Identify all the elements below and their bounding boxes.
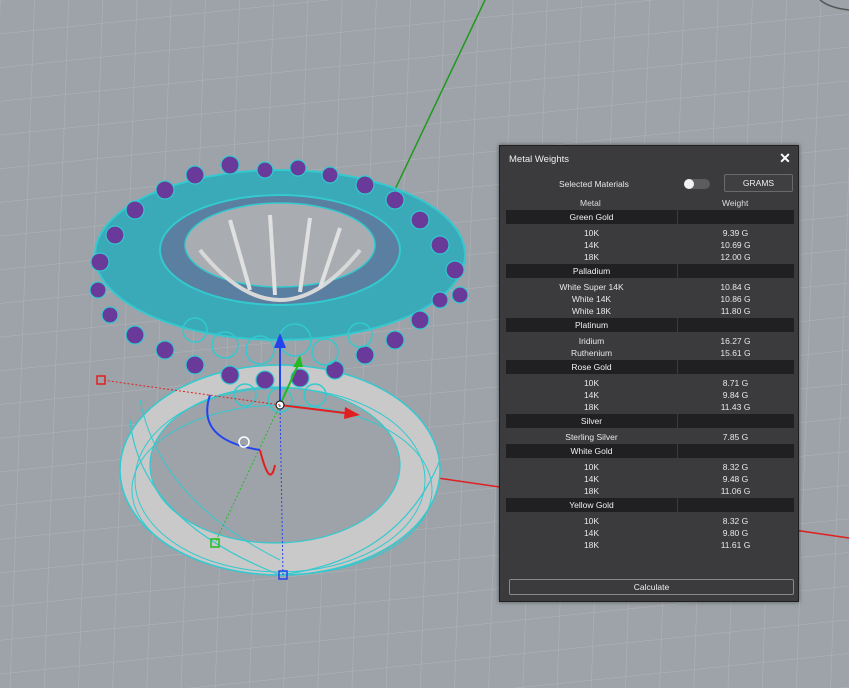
weight-cell: 11.80 G bbox=[720, 306, 751, 316]
table-row: Iridium 16.27 G bbox=[506, 335, 794, 347]
metal-cell: 10K bbox=[583, 378, 600, 388]
table-row: White 14K 10.86 G bbox=[506, 293, 794, 305]
group-weight-cell bbox=[678, 414, 794, 428]
group-name: Rose Gold bbox=[506, 360, 678, 374]
group-header-row: Silver bbox=[506, 414, 794, 428]
panel-title: Metal Weights bbox=[509, 154, 570, 165]
group-weight-cell bbox=[678, 498, 794, 512]
metal-cell: 10K bbox=[583, 462, 600, 472]
weight-cell: 11.06 G bbox=[720, 486, 751, 496]
weight-cell: 16.27 G bbox=[720, 336, 751, 346]
table-row: 18K 11.61 G bbox=[506, 539, 794, 551]
metal-cell: 18K bbox=[583, 252, 600, 262]
table-row: 14K 9.84 G bbox=[506, 389, 794, 401]
group-header-row: Platinum bbox=[506, 318, 794, 332]
table-row: 18K 12.00 G bbox=[506, 251, 794, 263]
metal-weights-panel: Metal Weights ✕ Selected Materials GRAMS… bbox=[499, 145, 799, 602]
group-header-row: Rose Gold bbox=[506, 360, 794, 374]
column-header-metal: Metal bbox=[580, 198, 601, 208]
weights-table: Green Gold 10K 9.39 G 14K 10.69 G 18K 12.00 G P… bbox=[506, 209, 794, 551]
metal-cell: White 14K bbox=[571, 294, 612, 304]
metal-cell: Ruthenium bbox=[570, 348, 613, 358]
weight-cell: 9.48 G bbox=[722, 474, 749, 484]
metal-cell: White Super 14K bbox=[559, 282, 624, 292]
table-row: White Super 14K 10.84 G bbox=[506, 281, 794, 293]
group-name: White Gold bbox=[506, 444, 678, 458]
weight-cell: 10.86 G bbox=[720, 294, 751, 304]
metal-cell: 18K bbox=[583, 402, 600, 412]
table-row: 10K 8.71 G bbox=[506, 377, 794, 389]
group-name: Platinum bbox=[506, 318, 678, 332]
table-row: 14K 9.48 G bbox=[506, 473, 794, 485]
weight-cell: 9.84 G bbox=[722, 390, 749, 400]
table-row: 14K 9.80 G bbox=[506, 527, 794, 539]
weight-cell: 7.85 G bbox=[722, 432, 749, 442]
group-header-row: Yellow Gold bbox=[506, 498, 794, 512]
group-weight-cell bbox=[678, 264, 794, 278]
metal-cell: 18K bbox=[583, 486, 600, 496]
weight-cell: 15.61 G bbox=[720, 348, 751, 358]
weight-cell: 12.00 G bbox=[720, 252, 751, 262]
group-weight-cell bbox=[678, 444, 794, 458]
group-name: Silver bbox=[506, 414, 678, 428]
weight-cell: 11.61 G bbox=[720, 540, 751, 550]
metal-cell: 14K bbox=[583, 528, 600, 538]
toggle-knob bbox=[684, 179, 694, 189]
table-row: White 18K 11.80 G bbox=[506, 305, 794, 317]
metal-cell: 14K bbox=[583, 390, 600, 400]
group-name: Green Gold bbox=[506, 210, 678, 224]
metal-cell: 10K bbox=[583, 516, 600, 526]
group-weight-cell bbox=[678, 318, 794, 332]
metal-cell: White 18K bbox=[571, 306, 612, 316]
table-row: 10K 8.32 G bbox=[506, 461, 794, 473]
weight-cell: 9.39 G bbox=[722, 228, 749, 238]
group-name: Yellow Gold bbox=[506, 498, 678, 512]
metal-cell: 14K bbox=[583, 474, 600, 484]
weight-cell: 8.71 G bbox=[722, 378, 749, 388]
weight-cell: 11.43 G bbox=[720, 402, 751, 412]
weight-cell: 8.32 G bbox=[722, 516, 749, 526]
table-row: 10K 8.32 G bbox=[506, 515, 794, 527]
table-row: 14K 10.69 G bbox=[506, 239, 794, 251]
group-header-row: Green Gold bbox=[506, 210, 794, 224]
calculate-button[interactable]: Calculate bbox=[509, 579, 794, 595]
metal-cell: 14K bbox=[583, 240, 600, 250]
metal-cell: Sterling Silver bbox=[565, 432, 618, 442]
close-icon[interactable]: ✕ bbox=[778, 151, 792, 165]
metal-cell: Iridium bbox=[578, 336, 605, 346]
units-button[interactable]: GRAMS bbox=[724, 174, 793, 192]
group-name: Palladium bbox=[506, 264, 678, 278]
selected-materials-toggle[interactable] bbox=[684, 179, 710, 189]
table-row: 18K 11.43 G bbox=[506, 401, 794, 413]
weight-cell: 10.69 G bbox=[720, 240, 751, 250]
selected-materials-label: Selected Materials bbox=[559, 179, 629, 189]
table-row: Ruthenium 15.61 G bbox=[506, 347, 794, 359]
table-row: 10K 9.39 G bbox=[506, 227, 794, 239]
metal-cell: 10K bbox=[583, 228, 600, 238]
column-header-weight: Weight bbox=[722, 198, 749, 208]
weight-cell: 10.84 G bbox=[720, 282, 751, 292]
group-weight-cell bbox=[678, 360, 794, 374]
metal-cell: 18K bbox=[583, 540, 600, 550]
table-row: 18K 11.06 G bbox=[506, 485, 794, 497]
weight-cell: 8.32 G bbox=[722, 462, 749, 472]
table-row: Sterling Silver 7.85 G bbox=[506, 431, 794, 443]
weight-cell: 9.80 G bbox=[722, 528, 749, 538]
group-header-row: Palladium bbox=[506, 264, 794, 278]
group-header-row: White Gold bbox=[506, 444, 794, 458]
group-weight-cell bbox=[678, 210, 794, 224]
